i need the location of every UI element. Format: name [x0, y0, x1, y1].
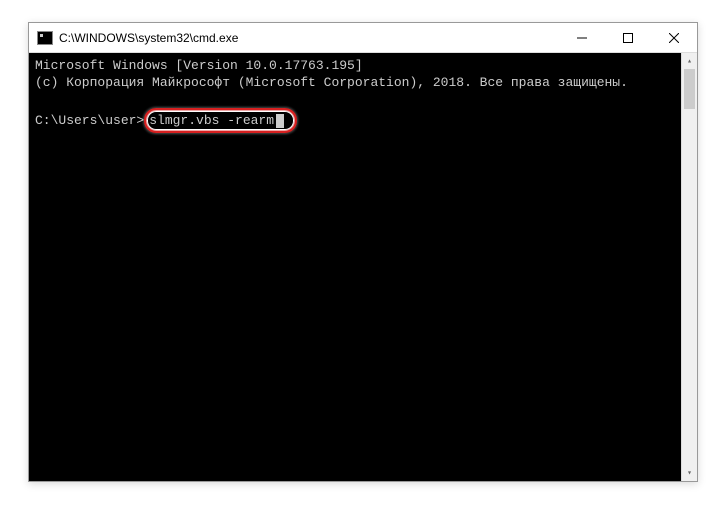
text-cursor	[276, 114, 284, 128]
window-controls	[559, 23, 697, 52]
scrollbar-thumb[interactable]	[684, 69, 695, 109]
version-line: Microsoft Windows [Version 10.0.17763.19…	[35, 57, 691, 74]
command-highlight: slmgr.vbs -rearm	[144, 108, 297, 133]
scrollbar-track[interactable]	[682, 69, 697, 465]
scrollbar[interactable]: ▴ ▾	[681, 53, 697, 481]
prompt-path: C:\Users\user>	[35, 112, 144, 129]
prompt-line: C:\Users\user> slmgr.vbs -rearm	[35, 108, 691, 133]
scroll-down-button[interactable]: ▾	[682, 465, 697, 481]
scroll-up-button[interactable]: ▴	[682, 53, 697, 69]
command-input[interactable]: slmgr.vbs -rearm	[149, 112, 274, 129]
terminal-area[interactable]: Microsoft Windows [Version 10.0.17763.19…	[29, 53, 697, 481]
copyright-line: (c) Корпорация Майкрософт (Microsoft Cor…	[35, 74, 691, 91]
close-button[interactable]	[651, 23, 697, 52]
cmd-window: C:\WINDOWS\system32\cmd.exe Microsoft Wi…	[28, 22, 698, 482]
cmd-icon	[37, 31, 53, 45]
maximize-button[interactable]	[605, 23, 651, 52]
window-title: C:\WINDOWS\system32\cmd.exe	[59, 31, 559, 45]
minimize-button[interactable]	[559, 23, 605, 52]
titlebar[interactable]: C:\WINDOWS\system32\cmd.exe	[29, 23, 697, 53]
